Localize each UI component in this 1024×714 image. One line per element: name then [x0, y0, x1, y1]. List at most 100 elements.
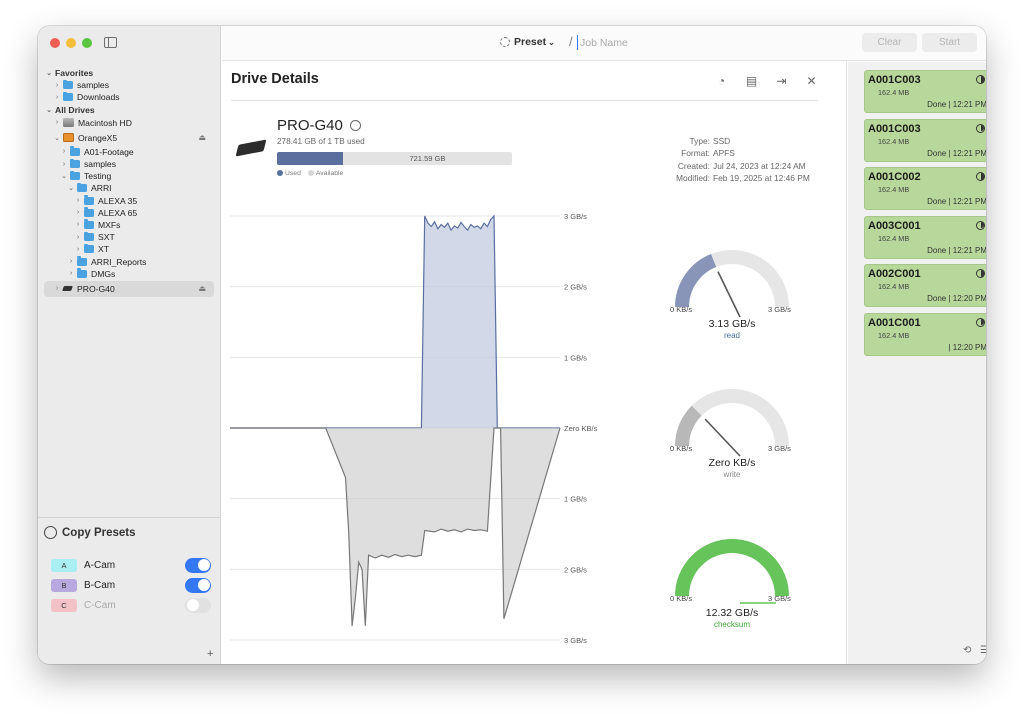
minimize-window-button[interactable]: [66, 38, 76, 48]
chevron-right-icon: ›: [76, 233, 80, 241]
job-name-input[interactable]: [577, 35, 737, 50]
job-card[interactable]: A003C001 162.4 MB Done | 12:21 PM: [864, 215, 986, 259]
details-actions: ◔ ▤ ⇥ ✕: [715, 74, 818, 88]
job-status: Done | 12:21 PM: [927, 245, 986, 255]
tree-label: samples: [77, 80, 109, 91]
usage-legend: Used Available: [277, 170, 343, 177]
preset-menu[interactable]: Preset ⌄: [500, 36, 555, 48]
tree-label: MXFs: [98, 219, 121, 230]
property-row: Created: Jul 24, 2023 at 12:24 AM: [642, 160, 810, 172]
sidebar-toggle-icon[interactable]: [104, 37, 117, 48]
chevron-right-icon: ›: [55, 285, 59, 293]
tree-item-arri[interactable]: ⌄ ARRI: [38, 182, 220, 194]
filter-icon[interactable]: ☰: [980, 645, 986, 656]
preset-name: A-Cam: [84, 559, 116, 571]
tree-item-macintosh-hd[interactable]: › Macintosh HD: [38, 116, 220, 130]
property-key: Created:: [677, 160, 710, 171]
gauge-needle: [704, 418, 741, 457]
preset-toggle[interactable]: [185, 597, 211, 613]
tree-label: SXT: [98, 232, 115, 243]
gauge-label: read: [724, 331, 740, 340]
tree-item-downloads[interactable]: › Downloads: [38, 91, 220, 103]
gauge-min-label: 0 KB/s: [670, 444, 692, 453]
tree-item-testing[interactable]: ⌄ Testing: [38, 170, 220, 182]
tree-item-dmgs[interactable]: › DMGs: [38, 268, 220, 280]
gear-icon: [500, 37, 510, 47]
tree-item-samples[interactable]: › samples: [38, 79, 220, 91]
clear-button[interactable]: Clear: [862, 33, 917, 52]
tree-label: Downloads: [77, 92, 120, 103]
chevron-down-icon: ⌄: [46, 70, 52, 78]
history-icon[interactable]: ⟲: [963, 645, 971, 656]
gauge-max-label: 3 GB/s: [768, 444, 791, 453]
start-button[interactable]: Start: [922, 33, 977, 52]
eject-icon[interactable]: ⏏: [198, 284, 206, 293]
tree-item-alexa65[interactable]: › ALEXA 65: [38, 207, 220, 219]
chevron-right-icon: ›: [62, 148, 66, 156]
tree-item-samples-2[interactable]: › samples: [38, 158, 220, 170]
job-card[interactable]: A002C001 162.4 MB Done | 12:20 PM: [864, 264, 986, 307]
job-progress-icon: [976, 220, 985, 230]
gauge-fill: [675, 539, 789, 597]
report-icon[interactable]: ▤: [745, 74, 758, 88]
series-area-read: [230, 216, 560, 428]
close-window-button[interactable]: [50, 38, 60, 48]
job-status: | 12:20 PM: [948, 342, 986, 352]
copy-presets-header: Copy Presets: [44, 526, 136, 539]
file-tree: ⌄ Favorites › samples › Downloads ⌄ All Driv…: [38, 67, 220, 297]
preset-toggle[interactable]: [185, 557, 211, 573]
job-name: A001C001: [868, 316, 921, 329]
section-label: All Drives: [55, 104, 95, 115]
divider: [231, 100, 818, 101]
job-card[interactable]: A001C001 162.4 MB | 12:20 PM: [864, 312, 986, 356]
tree-item-sxt[interactable]: › SXT: [38, 231, 220, 243]
chevron-right-icon: ›: [76, 221, 80, 229]
tree-label: ARRI_Reports: [91, 256, 147, 267]
tree-item-pro-g40[interactable]: › PRO-G40 ⏏: [44, 280, 214, 297]
export-icon[interactable]: ⇥: [775, 74, 788, 88]
tree-item-a01-footage[interactable]: › A01-Footage: [38, 146, 220, 158]
preset-menu-label: Preset: [514, 36, 547, 48]
preset-row-b[interactable]: B B-Cam: [51, 577, 211, 593]
tree-item-orangex5[interactable]: ⌄ OrangeX5 ⏏: [38, 130, 220, 146]
close-icon[interactable]: ✕: [805, 74, 818, 88]
gauge-min-label: 0 KB/s: [670, 594, 692, 603]
job-size: 162.4 MB: [878, 185, 910, 194]
job-size: 162.4 MB: [878, 88, 910, 97]
legend-dot: [277, 170, 283, 176]
tree-label: A01-Footage: [84, 146, 134, 157]
job-card[interactable]: A001C003 162.4 MB Done | 12:21 PM: [864, 70, 986, 113]
tree-label: ARRI: [91, 183, 112, 194]
zoom-window-button[interactable]: [82, 38, 92, 48]
gauge-min-label: 0 KB/s: [670, 305, 692, 314]
write-gauge: 0 KB/s 3 GB/s Zero KB/swrite: [670, 389, 791, 479]
tree-section-favorites[interactable]: ⌄ Favorites: [38, 67, 220, 79]
add-preset-button[interactable]: +: [207, 648, 213, 660]
tree-item-xt[interactable]: › XT: [38, 243, 220, 255]
series-line-read: [230, 214, 560, 429]
tree-item-alexa35[interactable]: › ALEXA 35: [38, 195, 220, 207]
job-card[interactable]: A001C003 162.4 MB Done | 12:21 PM: [864, 118, 986, 162]
drive-title: PRO-G40: [277, 117, 361, 134]
preset-toggle[interactable]: [185, 577, 211, 593]
tree-section-all-drives[interactable]: ⌄ All Drives: [38, 104, 220, 116]
job-card[interactable]: A001C002 162.4 MB Done | 12:21 PM: [864, 167, 986, 210]
legend-used: Used: [277, 170, 301, 177]
speedometer-icon[interactable]: ◔: [715, 74, 728, 88]
property-value: Feb 19, 2025 at 12:46 PM: [713, 172, 810, 183]
ssd-icon: [235, 139, 267, 157]
job-size: 162.4 MB: [878, 136, 910, 146]
jobs-pane: A001C003 162.4 MB Done | 12:21 PM A001C003 1…: [848, 62, 986, 664]
eject-icon[interactable]: ⏏: [198, 133, 206, 142]
preset-row-c[interactable]: C C-Cam: [51, 597, 211, 613]
checksum-gauge: 0 KB/s 3 GB/s 12.32 GB/schecksum: [670, 539, 791, 629]
property-row: Modified: Feb 19, 2025 at 12:46 PM: [642, 172, 810, 184]
job-status: Done | 12:21 PM: [927, 148, 986, 158]
preset-name: C-Cam: [84, 599, 116, 611]
tree-item-arri-reports[interactable]: › ARRI_Reports: [38, 255, 220, 267]
chevron-down-icon: ⌄: [54, 134, 60, 142]
tree-item-mxfs[interactable]: › MXFs: [38, 219, 220, 231]
ssd-icon: [62, 286, 73, 292]
preset-row-a[interactable]: A A-Cam: [51, 557, 211, 573]
info-icon[interactable]: [349, 120, 361, 131]
